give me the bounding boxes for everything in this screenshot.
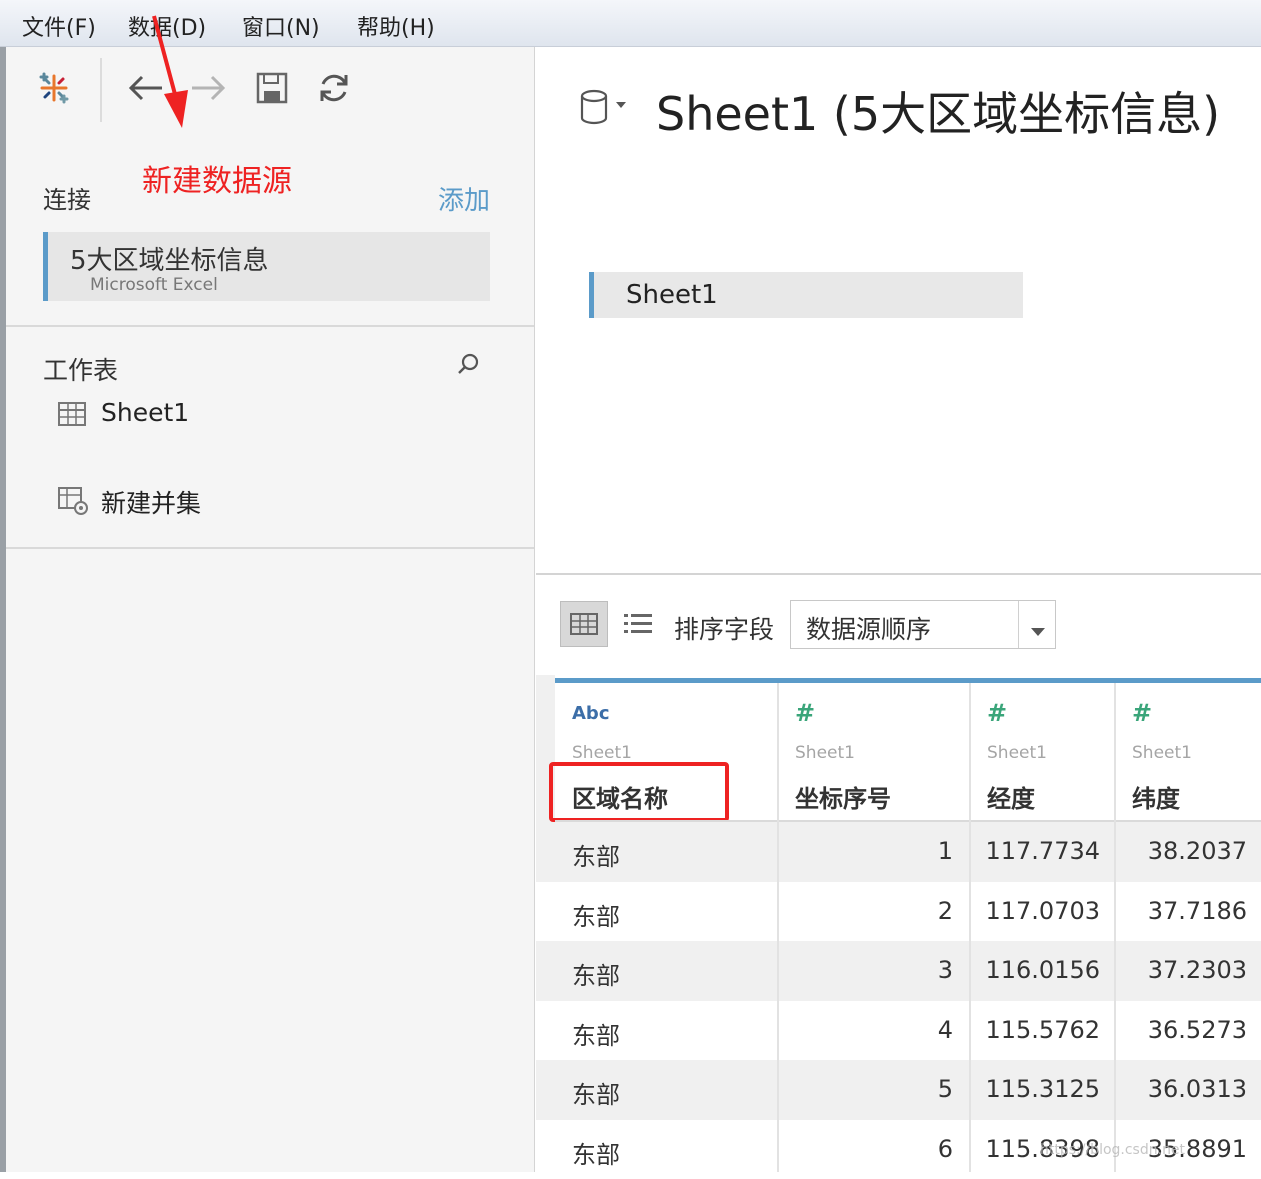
list-view-icon[interactable] bbox=[624, 612, 652, 640]
divider bbox=[6, 547, 534, 549]
table-cell: 3 bbox=[779, 956, 953, 984]
menu-file[interactable]: 文件(F) bbox=[22, 10, 96, 42]
data-grid: Abc Sheet1 区域名称 # Sheet1 坐标序号 # Sheet1 经… bbox=[536, 675, 1261, 1172]
number-type-icon[interactable]: # bbox=[987, 699, 1007, 727]
string-type-icon[interactable]: Abc bbox=[572, 703, 610, 724]
toolbar-divider bbox=[100, 58, 102, 122]
tableau-logo-icon[interactable] bbox=[32, 66, 76, 110]
table-cell: 4 bbox=[779, 1016, 953, 1044]
worksheets-heading: 工作表 bbox=[43, 351, 118, 387]
column-header-longitude[interactable]: # Sheet1 经度 bbox=[971, 683, 1114, 820]
table-cell: 东部 bbox=[572, 1135, 620, 1170]
table-cell: 2 bbox=[779, 897, 953, 925]
add-connection-link[interactable]: 添加 bbox=[438, 180, 490, 217]
page-title: Sheet1 (5大区域坐标信息) bbox=[656, 78, 1220, 144]
table-icon bbox=[58, 402, 86, 430]
table-cell: 38.2037 bbox=[1116, 837, 1247, 865]
grid-view-icon[interactable] bbox=[560, 601, 608, 647]
select-divider bbox=[1018, 601, 1019, 648]
column-header-latitude[interactable]: # Sheet1 纬度 bbox=[1116, 683, 1261, 820]
save-icon[interactable] bbox=[250, 66, 294, 110]
column-separator bbox=[1114, 683, 1116, 1172]
table-pill-label: Sheet1 bbox=[626, 280, 718, 310]
column-header-seq[interactable]: # Sheet1 坐标序号 bbox=[779, 683, 969, 820]
table-cell: 36.5273 bbox=[1116, 1016, 1247, 1044]
number-type-icon[interactable]: # bbox=[795, 699, 815, 727]
table-cell: 6 bbox=[779, 1135, 953, 1163]
menu-help[interactable]: 帮助(H) bbox=[357, 10, 435, 42]
table-cell: 115.5762 bbox=[971, 1016, 1100, 1044]
datasource-cylinder-icon[interactable] bbox=[578, 88, 630, 132]
watermark: https://blog.csdn.net bbox=[1040, 1142, 1185, 1158]
table-cell: 117.0703 bbox=[971, 897, 1100, 925]
number-type-icon[interactable]: # bbox=[1132, 699, 1152, 727]
table-cell: 116.0156 bbox=[971, 956, 1100, 984]
column-name: 坐标序号 bbox=[795, 779, 891, 814]
connections-heading: 连接 bbox=[43, 180, 91, 215]
refresh-icon[interactable] bbox=[312, 66, 356, 110]
column-source: Sheet1 bbox=[795, 743, 855, 763]
annotation-highlight-box bbox=[549, 762, 729, 822]
divider bbox=[6, 325, 534, 327]
table-cell: 1 bbox=[779, 837, 953, 865]
column-source: Sheet1 bbox=[987, 743, 1047, 763]
worksheet-item-sheet1[interactable]: Sheet1 bbox=[58, 398, 478, 432]
column-source: Sheet1 bbox=[572, 743, 632, 763]
column-separator bbox=[777, 683, 779, 1172]
table-cell: 36.0313 bbox=[1116, 1075, 1247, 1103]
sort-field-label: 排序字段 bbox=[674, 610, 774, 646]
column-source: Sheet1 bbox=[1132, 743, 1192, 763]
chevron-down-icon[interactable] bbox=[1031, 621, 1045, 640]
table-cell: 37.2303 bbox=[1116, 956, 1247, 984]
table-pill-sheet1[interactable]: Sheet1 bbox=[589, 272, 1023, 318]
table-cell: 东部 bbox=[572, 956, 620, 991]
table-cell: 5 bbox=[779, 1075, 953, 1103]
sort-select[interactable]: 数据源顺序 bbox=[790, 600, 1056, 649]
table-cell: 东部 bbox=[572, 1075, 620, 1110]
canvas-divider bbox=[536, 573, 1261, 575]
menu-window[interactable]: 窗口(N) bbox=[242, 10, 320, 42]
union-gear-icon bbox=[58, 487, 90, 521]
table-cell: 东部 bbox=[572, 1016, 620, 1051]
search-icon[interactable] bbox=[455, 352, 481, 382]
column-separator bbox=[969, 683, 971, 1172]
worksheet-label: Sheet1 bbox=[101, 398, 189, 427]
annotation-arrow-icon bbox=[140, 10, 200, 130]
connection-type: Microsoft Excel bbox=[90, 275, 218, 295]
new-union-item[interactable]: 新建并集 bbox=[58, 484, 478, 518]
table-cell: 东部 bbox=[572, 897, 620, 932]
new-union-label: 新建并集 bbox=[101, 484, 201, 520]
table-cell: 东部 bbox=[572, 837, 620, 872]
table-cell: 117.7734 bbox=[971, 837, 1100, 865]
column-name: 经度 bbox=[987, 779, 1035, 814]
annotation-label: 新建数据源 bbox=[142, 156, 292, 200]
table-cell: 115.3125 bbox=[971, 1075, 1100, 1103]
sort-select-value: 数据源顺序 bbox=[806, 610, 931, 646]
table-cell: 37.7186 bbox=[1116, 897, 1247, 925]
connection-name: 5大区域坐标信息 bbox=[70, 240, 269, 277]
connection-item[interactable]: 5大区域坐标信息 Microsoft Excel bbox=[43, 232, 490, 301]
column-name: 纬度 bbox=[1132, 779, 1180, 814]
